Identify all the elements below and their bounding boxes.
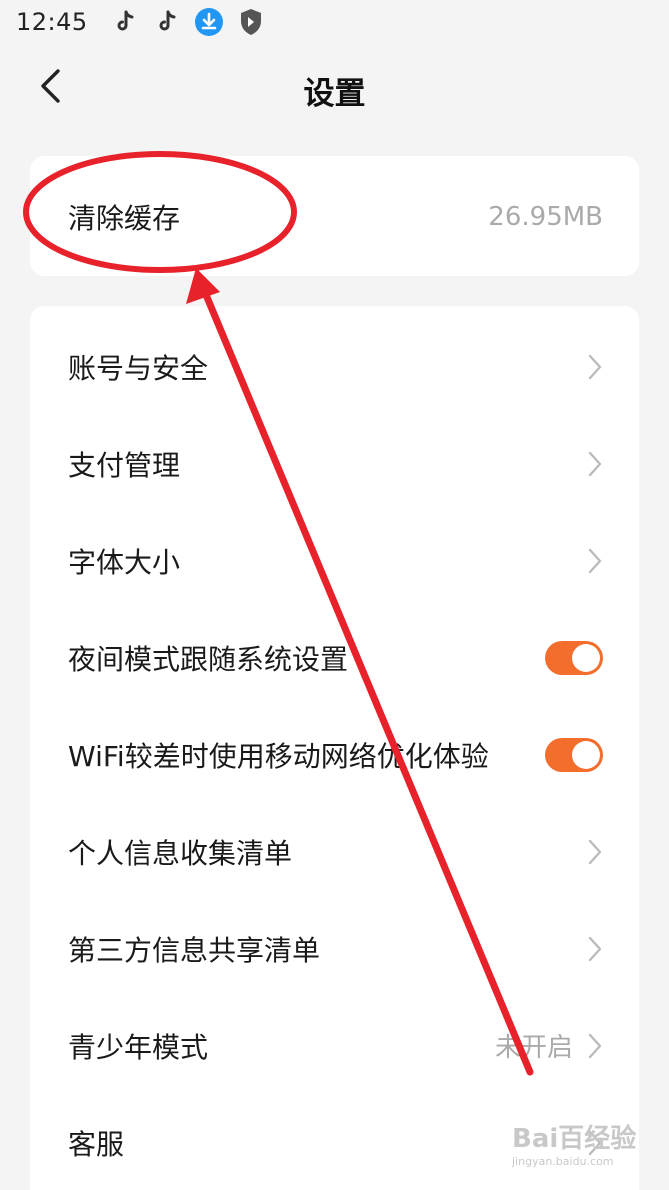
chevron-right-icon [587, 1032, 603, 1060]
clear-cache-row[interactable]: 清除缓存 26.95MB [30, 168, 639, 265]
list-item-label: 客服 [68, 1127, 125, 1161]
teen-mode-status: 未开启 [494, 1033, 573, 1063]
list-item-label: 青少年模式 [68, 1030, 209, 1064]
list-item-label: 支付管理 [68, 448, 181, 482]
chevron-right-icon [587, 547, 603, 575]
chevron-right-icon [587, 450, 603, 478]
shield-icon [236, 7, 266, 37]
list-item-label: 个人信息收集清单 [68, 836, 293, 870]
watermark: Bai百经验 jingyan.baidu.com [512, 1118, 642, 1178]
status-bar: 12:45 [0, 0, 669, 44]
header: 设置 [0, 52, 669, 122]
list-item-night-mode: 夜间模式跟随系统设置 [30, 609, 639, 706]
clear-cache-label: 清除缓存 [68, 201, 181, 235]
list-item-third-party-sharing[interactable]: 第三方信息共享清单 [30, 900, 639, 997]
wifi-optimize-toggle[interactable] [545, 737, 603, 772]
download-icon [194, 7, 224, 37]
list-item-personal-info[interactable]: 个人信息收集清单 [30, 803, 639, 900]
list-item-label: 夜间模式跟随系统设置 [68, 642, 349, 676]
list-item-wifi-optimize: WiFi较差时使用移动网络优化体验 [30, 706, 639, 803]
page-title: 设置 [303, 76, 366, 112]
list-item-payment[interactable]: 支付管理 [30, 415, 639, 512]
list-item-teen-mode[interactable]: 青少年模式 未开启 [30, 997, 639, 1094]
chevron-right-icon [587, 935, 603, 963]
tiktok-icon [110, 7, 140, 37]
list-item-label: 字体大小 [68, 545, 181, 579]
list-item-label: 第三方信息共享清单 [68, 933, 321, 967]
cache-size-value: 26.95MB [488, 201, 603, 232]
list-item-font-size[interactable]: 字体大小 [30, 512, 639, 609]
clear-cache-card: 清除缓存 26.95MB [30, 156, 639, 276]
toggle-knob [572, 740, 600, 769]
settings-list: 账号与安全 支付管理 字体大小 夜间模式跟随系统设置 WiFi较差时使用移动网络… [30, 306, 639, 1190]
list-item-account-security[interactable]: 账号与安全 [30, 318, 639, 415]
chevron-right-icon [587, 353, 603, 381]
chevron-right-icon [587, 838, 603, 866]
status-time: 12:45 [16, 8, 88, 36]
list-item-label: 账号与安全 [68, 351, 209, 385]
list-item-label: WiFi较差时使用移动网络优化体验 [68, 739, 489, 773]
night-mode-toggle[interactable] [545, 640, 603, 675]
watermark-url: jingyan.baidu.com [512, 1155, 614, 1168]
tiktok-icon [152, 7, 182, 37]
watermark-logo: Bai百经验 [512, 1124, 637, 1154]
toggle-knob [572, 643, 600, 672]
